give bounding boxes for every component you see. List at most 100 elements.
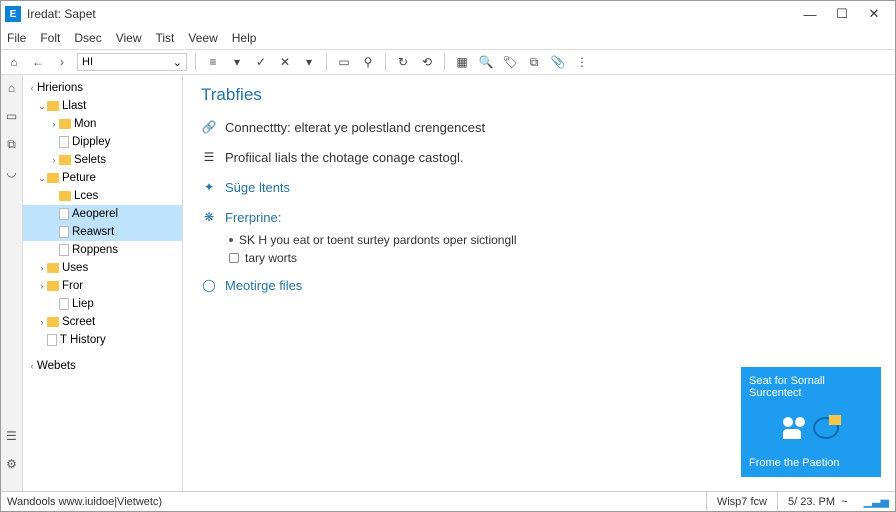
menu-view[interactable]: View — [116, 31, 142, 45]
home2-icon[interactable]: ⌂ — [5, 81, 19, 95]
promo-tile[interactable]: Seat for Sornall Surcentect Frome the Pa… — [741, 367, 881, 477]
sidebar-tree: ‹Hrierions ⌄Llast ›Mon Dippley ›Selets ⌄… — [23, 75, 183, 491]
menu-veew[interactable]: Veew — [188, 31, 217, 45]
window-title: Iredat: Sapet — [27, 7, 803, 21]
tree-liep[interactable]: Liep — [23, 295, 182, 313]
document-icon — [59, 298, 69, 310]
promo-title: Seat for Sornall Surcentect — [749, 375, 873, 399]
promo-graphic — [749, 417, 873, 439]
address-bar[interactable]: HI ⌄ — [77, 53, 187, 71]
dropdown-icon[interactable]: ▾ — [228, 53, 246, 71]
close-button[interactable]: ✕ — [867, 7, 881, 21]
maximize-button[interactable]: ☐ — [835, 7, 849, 21]
address-text: HI — [82, 56, 93, 68]
menu-bar: File Folt Dsec View Tist Veew Help — [1, 27, 895, 49]
refresh-icon[interactable]: ↻ — [394, 53, 412, 71]
bubble-icon — [813, 417, 839, 439]
forward-icon[interactable]: › — [53, 53, 71, 71]
main-content: Trabfies 🔗 Connecttty: elterat ye polest… — [183, 75, 895, 491]
db-icon[interactable]: ☰ — [5, 429, 19, 443]
connection-icon: 🔗 — [201, 119, 217, 135]
tree-aeoperel[interactable]: Aeoperel — [23, 205, 182, 223]
document-icon — [59, 136, 69, 148]
document-icon — [47, 334, 57, 346]
tree-lces[interactable]: Lces — [23, 187, 182, 205]
fingerprint-icon: ❋ — [201, 209, 217, 225]
sub-item-1: SK H you eat or toent surtey pardonts op… — [229, 231, 877, 249]
folder-icon — [47, 317, 59, 327]
menu-folt[interactable]: Folt — [40, 31, 60, 45]
folder-icon — [59, 119, 71, 129]
chat-icon[interactable]: ◡ — [5, 165, 19, 179]
page-icon[interactable]: ▭ — [5, 109, 19, 123]
tree-selets[interactable]: ›Selets — [23, 151, 182, 169]
more-icon[interactable]: ⋮ — [573, 53, 591, 71]
check-icon[interactable]: ✓ — [252, 53, 270, 71]
status-bar: Wandools www.iuidoe|Vietwetc) Wisp7 fcw … — [1, 491, 895, 511]
folder-icon — [59, 191, 71, 201]
folder-icon — [47, 281, 59, 291]
folder-icon — [829, 415, 841, 425]
folder-icon — [59, 155, 71, 165]
globe-icon: ◯ — [201, 277, 217, 293]
item-profile[interactable]: ☰ Profiical lials the chotage conage cas… — [201, 149, 877, 165]
tree-dippley[interactable]: Dippley — [23, 133, 182, 151]
chevron-down-icon[interactable]: ⌄ — [173, 56, 182, 69]
promo-footer: Frome the Paetion — [749, 457, 873, 469]
copy-icon[interactable]: ⧉ — [5, 137, 19, 151]
sync-icon[interactable]: ⟲ — [418, 53, 436, 71]
minimize-button[interactable]: — — [803, 7, 817, 21]
card-icon[interactable]: ▭ — [335, 53, 353, 71]
checkbox-icon[interactable] — [229, 253, 239, 263]
separator — [195, 53, 196, 71]
status-left: Wandools www.iuidoe|Vietwetc) — [1, 496, 706, 508]
item-suge[interactable]: ✦ Süge ltents — [201, 179, 877, 195]
activity-bar: ⌂ ▭ ⧉ ◡ ☰ ⚙ — [1, 75, 23, 491]
tree-webets[interactable]: ‹Webets — [23, 357, 182, 375]
grid-icon[interactable]: ▦ — [453, 53, 471, 71]
document-icon — [59, 208, 69, 220]
menu-tist[interactable]: Tist — [156, 31, 175, 45]
pin-icon[interactable]: ⚲ — [359, 53, 377, 71]
title-bar: E Iredat: Sapet — ☐ ✕ — [1, 1, 895, 27]
status-mid: Wisp7 fcw — [706, 492, 777, 511]
list-icon[interactable]: ≡ — [204, 53, 222, 71]
sub-item-2[interactable]: tary worts — [229, 249, 877, 267]
search-icon[interactable]: 🔍 — [477, 53, 495, 71]
tree-llast[interactable]: ⌄Llast — [23, 97, 182, 115]
folder-icon — [47, 173, 59, 183]
tree-mon[interactable]: ›Mon — [23, 115, 182, 133]
document-icon — [59, 226, 69, 238]
menu-help[interactable]: Help — [232, 31, 257, 45]
tree-thistory[interactable]: T History — [23, 331, 182, 349]
tree-reawsrt[interactable]: Reawsrt — [23, 223, 182, 241]
separator — [326, 53, 327, 71]
item-connectivity[interactable]: 🔗 Connecttty: elterat ye polestland cren… — [201, 119, 877, 135]
plan-icon: ☰ — [201, 149, 217, 165]
menu-file[interactable]: File — [7, 31, 26, 45]
separator — [385, 53, 386, 71]
folder-icon — [47, 101, 59, 111]
menu-dsec[interactable]: Dsec — [74, 31, 101, 45]
status-chart-icon[interactable]: ▁▃▅ — [858, 495, 895, 508]
back-icon[interactable]: ← — [29, 53, 47, 71]
status-right: 5/ 23. PM ~ — [777, 492, 858, 511]
cut-icon[interactable]: ✕ — [276, 53, 294, 71]
tree-roppens[interactable]: Roppens — [23, 241, 182, 259]
tree-uses[interactable]: ›Uses — [23, 259, 182, 277]
dropdown2-icon[interactable]: ▾ — [300, 53, 318, 71]
star-icon: ✦ — [201, 179, 217, 195]
home-icon[interactable]: ⌂ — [5, 53, 23, 71]
settings-icon[interactable]: ⚙ — [5, 457, 19, 471]
tag-icon[interactable]: 🏷 — [501, 53, 519, 71]
folder-icon — [47, 263, 59, 273]
toolbar: ⌂ ← › HI ⌄ ≡ ▾ ✓ ✕ ▾ ▭ ⚲ ↻ ⟲ ▦ 🔍 🏷 ⧉ 📎 ⋮ — [1, 49, 895, 75]
link-icon[interactable]: ⧉ — [525, 53, 543, 71]
item-meotirge[interactable]: ◯ Meotirge files — [201, 277, 877, 293]
item-frerprine[interactable]: ❋ Frerprine: — [201, 209, 877, 225]
tree-peture[interactable]: ⌄Peture — [23, 169, 182, 187]
tree-hrierions[interactable]: ‹Hrierions — [23, 79, 182, 97]
tree-fror[interactable]: ›Fror — [23, 277, 182, 295]
tree-screet[interactable]: ›Screet — [23, 313, 182, 331]
attach-icon[interactable]: 📎 — [549, 53, 567, 71]
